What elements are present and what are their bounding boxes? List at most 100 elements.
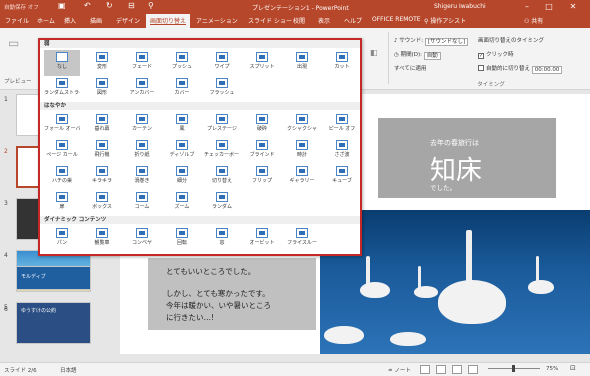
tab-file[interactable]: ファイル [5,16,29,25]
undo-icon[interactable]: ↶ [84,1,91,10]
language-indicator[interactable]: 日本語 [60,366,77,374]
slide-thumbnail-6[interactable]: ゆうすけの公約 [16,302,91,344]
transition-option[interactable]: ギャラリー [284,164,320,190]
transition-option[interactable]: ディゾルブ [164,138,200,164]
transition-option[interactable]: キラキラ [84,164,120,190]
transition-option[interactable]: ブラインド [244,138,280,164]
tab-office-remote[interactable]: OFFICE REMOTE [372,16,421,23]
transition-option[interactable]: 出現 [284,50,320,76]
transition-option[interactable]: 観覧車 [84,226,120,252]
tell-me-search[interactable]: ⚲ 操作アシスト [424,16,466,25]
effect-options-icon[interactable]: ◧ [370,48,378,57]
on-click-checkbox[interactable]: ✓ クリック時 [478,50,514,59]
reading-view-button[interactable] [452,365,462,374]
transition-option[interactable]: カーテン [124,112,160,138]
transition-icon [336,114,348,124]
transition-option[interactable]: ランダム [204,190,240,216]
transition-option[interactable]: ハチの巣 [44,164,80,190]
transition-option[interactable]: キューブ [324,164,360,190]
transition-label: 窓 [219,240,225,246]
tab-draw[interactable]: 描画 [90,16,102,25]
tab-insert[interactable]: 挿入 [64,16,76,25]
transition-option[interactable]: チェッカーボード [204,138,240,164]
tab-home[interactable]: ホーム [37,16,55,25]
transition-icon [176,52,188,62]
body-text-box[interactable]: とてもいいところでした。 しかし、とても寒かったです。 今年は暖かい、いや暑いと… [148,258,316,330]
body-line: とてもいいところでした。 [166,267,256,276]
transition-option[interactable]: ボックス [84,190,120,216]
transition-option[interactable]: 時計 [284,138,320,164]
transition-option[interactable]: 回転 [164,226,200,252]
transition-option[interactable]: フォール オーバー [44,112,80,138]
transition-option[interactable]: フラッシュ [204,76,240,102]
after-checkbox[interactable]: 自動的に切り替え 00:00.00 [478,64,563,74]
transition-option[interactable]: ランダムストライプ [44,76,80,102]
start-slideshow-icon[interactable]: ⊟ [128,1,135,10]
transition-option[interactable]: コーム [124,190,160,216]
transition-option[interactable]: なし [44,50,80,76]
transition-option[interactable]: フリップ [244,164,280,190]
tab-animations[interactable]: アニメーション [196,16,238,25]
share-button[interactable]: ⚇ 共有 [524,16,543,25]
transition-option[interactable]: ピール オフ [324,112,360,138]
tab-transitions[interactable]: 画面切り替え [146,14,191,28]
transition-option[interactable]: カット [324,50,360,76]
normal-view-button[interactable] [420,365,430,374]
transition-option[interactable]: カバー [164,76,200,102]
transition-option[interactable]: さざ波 [324,138,360,164]
transition-option[interactable]: ズーム [164,190,200,216]
transition-label: カーテン [131,126,152,132]
transition-option[interactable]: 図形 [84,76,120,102]
minimize-button[interactable]: – [518,0,536,13]
transition-option[interactable]: フライスルー [284,226,320,252]
transition-option[interactable]: アンカバー [124,76,160,102]
title-placeholder[interactable]: 去年の春旅行は 知床 でした。 [378,118,556,198]
transition-option[interactable]: 飛行機 [84,138,120,164]
zoom-level[interactable]: 75% [546,366,558,372]
transition-option[interactable]: プッシュ [164,50,200,76]
tab-design[interactable]: デザイン [116,16,140,25]
slide-counter: スライド 2/6 [4,368,37,374]
tab-review[interactable]: 校閲 [293,16,305,25]
transition-option[interactable]: ワイプ [204,50,240,76]
timing-group-label: タイミング [477,82,505,88]
transition-option[interactable]: 細分 [164,164,200,190]
transition-option[interactable]: プレステージ [204,112,240,138]
duration-control[interactable]: ◷ 期間(D): 自動 [394,50,441,60]
tab-slideshow[interactable]: スライド ショー [248,16,292,25]
user-name[interactable]: Shigeru Iwabuchi [434,3,486,10]
save-icon[interactable]: ▣ [58,1,66,10]
autosave-toggle[interactable]: 自動保存 オフ [4,3,39,11]
fit-slide-icon[interactable]: ⊡ [570,364,576,372]
transition-option[interactable]: パン [44,226,80,252]
apply-all-button[interactable]: すべてに適用 [394,64,426,72]
transition-option[interactable]: 破砕 [244,112,280,138]
transition-option[interactable]: 折り紙 [124,138,160,164]
notes-button[interactable]: ≐ ノート [388,366,411,374]
transition-option[interactable]: フェード [124,50,160,76]
tab-help[interactable]: ヘルプ [344,16,362,25]
zoom-slider-handle[interactable] [512,365,515,372]
transition-option[interactable]: スプリット [244,50,280,76]
customize-qat-icon[interactable]: ⚲ [148,1,154,10]
sound-control[interactable]: ♪ サウンド: [サウンドなし] [394,36,469,46]
transition-option[interactable]: 風 [164,112,200,138]
tab-view[interactable]: 表示 [318,16,330,25]
transition-option[interactable]: 切り替え [204,164,240,190]
transition-option[interactable]: オービット [244,226,280,252]
slideshow-view-button[interactable] [468,365,478,374]
transition-option[interactable]: ページ カール [44,138,80,164]
close-button[interactable]: ✕ [564,0,582,13]
transition-option[interactable]: コンベヤ [124,226,160,252]
transition-option[interactable]: 変形 [84,50,120,76]
transition-option[interactable]: クシャクシャ [284,112,320,138]
transition-option[interactable]: 扉 [44,190,80,216]
transition-option[interactable]: 窓 [204,226,240,252]
transition-option[interactable]: 渦巻き [124,164,160,190]
preview-icon[interactable]: ▭ [8,36,19,50]
sorter-view-button[interactable] [436,365,446,374]
maximize-button[interactable]: □ [540,0,558,13]
redo-icon[interactable]: ↻ [106,1,113,10]
slide-thumbnail-5[interactable]: モルディブ [16,266,91,290]
transition-option[interactable]: 垂れ幕 [84,112,120,138]
